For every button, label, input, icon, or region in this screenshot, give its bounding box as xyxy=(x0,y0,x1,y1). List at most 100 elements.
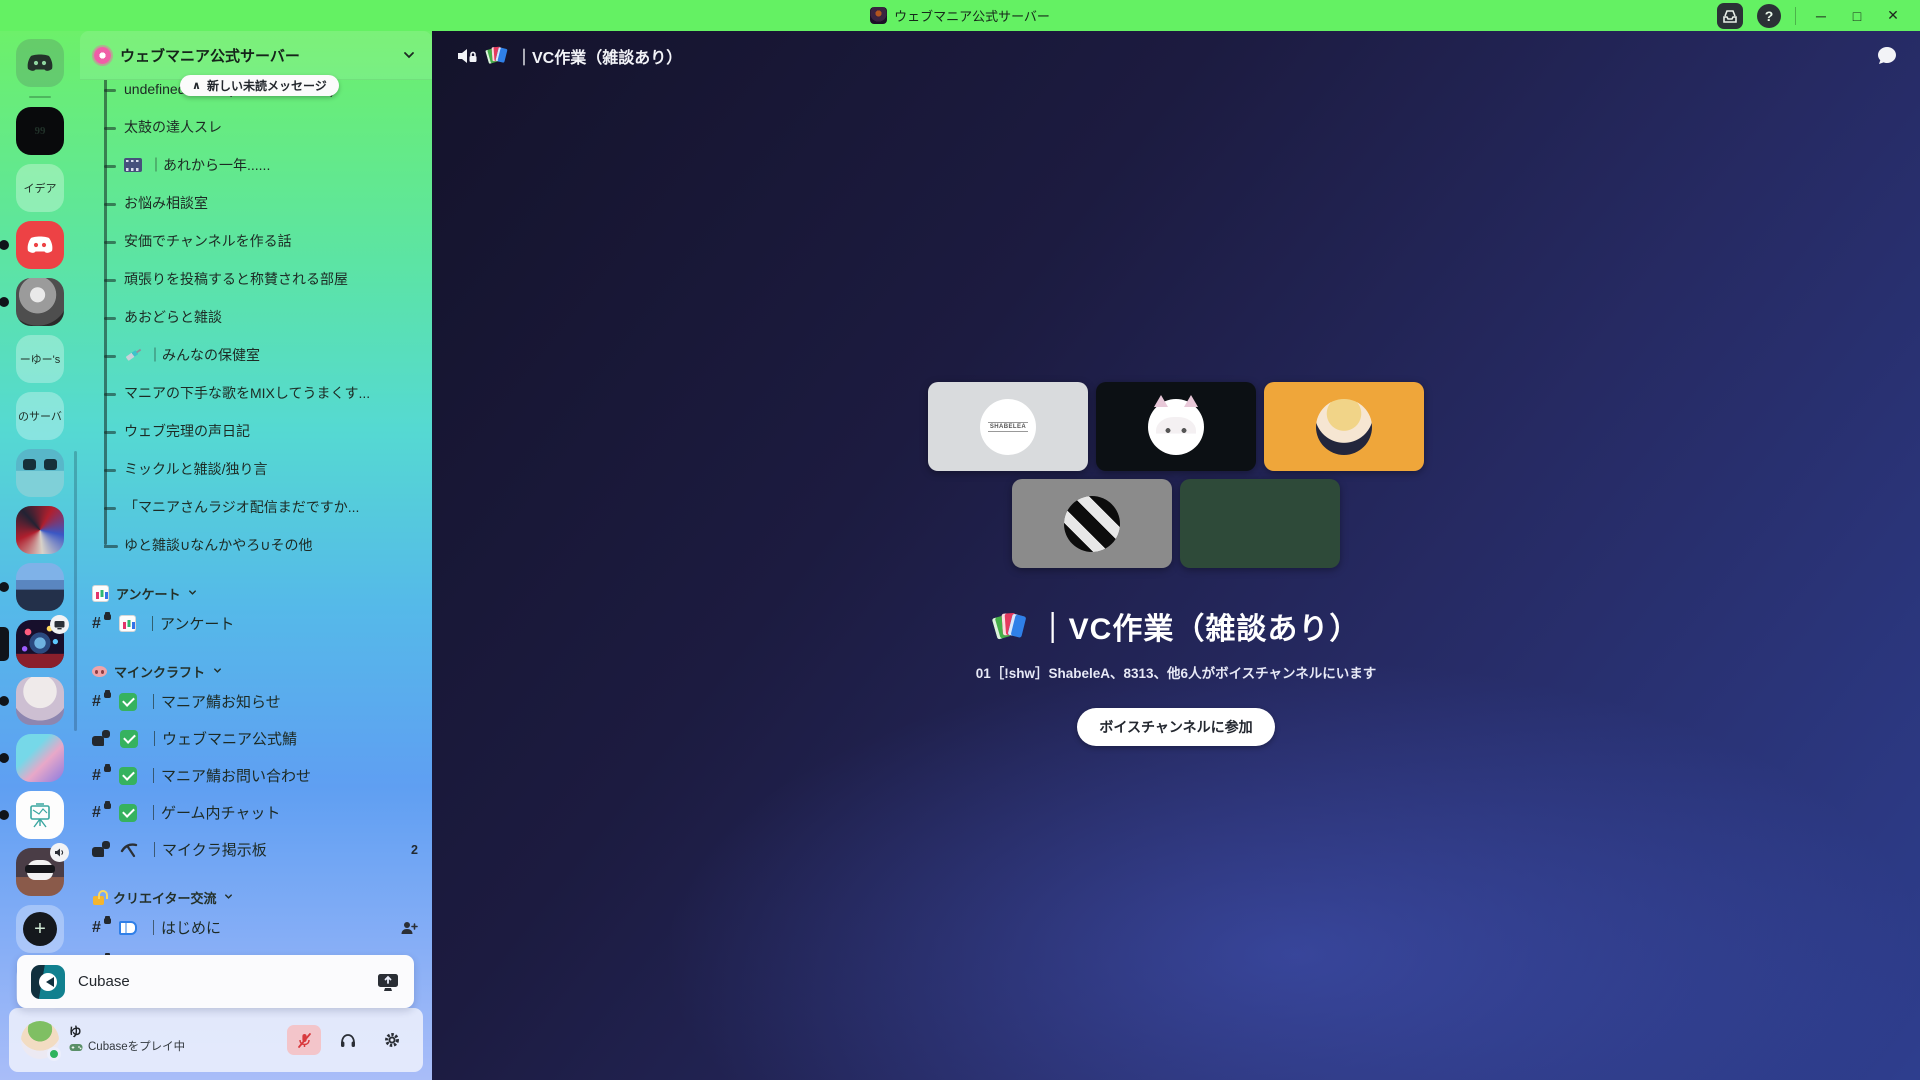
server-header[interactable]: ウェブマニア公式サーバー xyxy=(80,31,432,80)
participant-avatar: SHABELEA xyxy=(980,399,1036,455)
thread-item[interactable]: マニアの下手な歌をMIXしてうまくす... xyxy=(104,374,432,412)
hash-channel-lock-icon: # xyxy=(92,766,110,786)
channel-item[interactable]: ｜マイクラ掲示板2 xyxy=(92,831,432,868)
participant-tile-planet[interactable] xyxy=(1180,479,1340,568)
category-header[interactable]: クリエイター交流 xyxy=(92,888,432,907)
rail-item-discord-home[interactable] xyxy=(16,39,64,87)
thread-label: あおどらと雑談 xyxy=(124,307,222,327)
chevron-down-icon xyxy=(402,48,416,62)
thread-item[interactable]: 安価でチャンネルを作る話 xyxy=(104,222,432,260)
thread-item[interactable]: あおどらと雑談 xyxy=(104,298,432,336)
unread-indicator-dot xyxy=(0,753,9,763)
caret-up-icon: ∧ xyxy=(192,79,201,92)
rail-item-server-teal-face[interactable] xyxy=(16,449,64,497)
rail-item-server-suit[interactable] xyxy=(16,563,64,611)
rail-server-label: イデア xyxy=(24,180,57,196)
channel-item[interactable]: #｜ゲーム内チャット xyxy=(92,794,432,831)
rail-item-server-idea[interactable]: イデア xyxy=(16,164,64,212)
film-emoji-icon xyxy=(124,158,142,172)
rail-item-add-server[interactable]: + xyxy=(16,905,64,953)
participant-tile-anime-girl-orange[interactable] xyxy=(1264,382,1424,471)
thread-item[interactable]: 太鼓の達人スレ xyxy=(104,108,432,146)
participant-avatar xyxy=(1232,496,1288,552)
rail-item-server-anime-white[interactable] xyxy=(16,677,64,725)
rail-item-server-anime-blue[interactable] xyxy=(16,734,64,782)
rail-scrollbar[interactable] xyxy=(74,451,77,731)
thread-item[interactable]: 頑張りを投稿すると称賛される部屋 xyxy=(104,260,432,298)
unread-indicator-dot xyxy=(0,810,9,820)
books-emoji-icon-large xyxy=(994,611,1025,640)
participant-avatar xyxy=(1064,496,1120,552)
deafen-button[interactable] xyxy=(331,1025,365,1055)
close-button[interactable]: ✕ xyxy=(1882,7,1904,24)
channel-scroll-area[interactable]: undefinedの日記(のんびりな何か)太鼓の達人スレ｜あれから一年.....… xyxy=(80,80,432,1080)
channel-item[interactable]: #｜マニア鯖お問い合わせ xyxy=(92,757,432,794)
participant-tiles: SHABELEA xyxy=(928,382,1424,568)
channel-sidebar: ウェブマニア公式サーバー ∧ 新しい未読メッセージ undefinedの日記(の… xyxy=(80,31,432,1080)
help-icon[interactable]: ? xyxy=(1757,4,1781,28)
mic-muted-button[interactable] xyxy=(287,1025,321,1055)
thread-item[interactable]: ｜あれから一年...... xyxy=(104,146,432,184)
settings-gear-icon[interactable] xyxy=(375,1025,409,1055)
rail-item-server-red-discord[interactable] xyxy=(16,221,64,269)
chat-bubble-icon[interactable] xyxy=(1876,45,1898,67)
channel-label: ｜マニア鯖お知らせ xyxy=(146,691,418,712)
channel-label: ｜アンケート xyxy=(145,613,418,634)
activity-card: Cubase xyxy=(17,955,414,1008)
thread-item[interactable]: お悩み相談室 xyxy=(104,184,432,222)
unread-indicator-dot xyxy=(0,240,9,250)
avatar-logo-text: SHABELEA xyxy=(988,422,1028,432)
rail-divider xyxy=(29,96,51,98)
participant-avatar xyxy=(1148,399,1204,455)
participant-tile-striped-logo[interactable] xyxy=(1012,479,1172,568)
participant-tile-cat-girl[interactable] xyxy=(1096,382,1256,471)
channel-item[interactable]: #｜はじめに xyxy=(92,909,432,946)
thread-label: ミックルと雑談/独り言 xyxy=(124,459,267,479)
maximize-button[interactable]: □ xyxy=(1846,8,1868,24)
thread-item[interactable]: ウェブ完理の声日記 xyxy=(104,412,432,450)
check-emoji-icon xyxy=(119,804,137,822)
user-avatar[interactable] xyxy=(21,1021,59,1059)
stream-share-icon[interactable] xyxy=(376,971,400,993)
activity-app-name: Cubase xyxy=(78,973,363,990)
chart-emoji-icon xyxy=(119,615,136,632)
join-voice-button[interactable]: ボイスチャンネルに参加 xyxy=(1077,708,1274,746)
server-rail: 99 イデアーゆー's のサーバ + xyxy=(0,31,80,1080)
thread-item[interactable]: ゆと雑談∪なんかやろ∪その他 xyxy=(104,526,432,564)
rail-item-server-astronaut[interactable] xyxy=(16,278,64,326)
new-unread-pill[interactable]: ∧ 新しい未読メッセージ xyxy=(180,75,339,96)
user-info[interactable]: ゆ Cubaseをプレイ中 xyxy=(69,1025,277,1055)
rail-item-server-no-saba[interactable]: のサーバ xyxy=(16,392,64,440)
thread-item[interactable]: ｜みんなの保健室 xyxy=(104,336,432,374)
rail-server-label: のサーバ xyxy=(18,408,62,424)
channel-label: ｜ウェブマニア公式鯖 xyxy=(147,728,418,749)
minimize-button[interactable]: ─ xyxy=(1810,8,1832,24)
thread-item[interactable]: 「マニアさんラジオ配信まだですか... xyxy=(104,488,432,526)
category-header[interactable]: マインクラフト xyxy=(92,662,432,681)
invite-member-icon[interactable] xyxy=(400,919,418,937)
new-unread-label: 新しい未読メッセージ xyxy=(207,77,327,94)
rail-item-server-skull-glasses[interactable] xyxy=(16,848,64,896)
participant-tile-shabelea-logo[interactable]: SHABELEA xyxy=(928,382,1088,471)
hash-channel-lock-icon: # xyxy=(92,614,110,634)
check-emoji-icon xyxy=(119,767,137,785)
rail-item-server-webmania[interactable] xyxy=(16,620,64,668)
channel-item[interactable]: # ｜アンケート xyxy=(92,605,432,642)
boost-badge-icon xyxy=(94,47,111,64)
channel-item[interactable]: #｜マニア鯖お知らせ xyxy=(92,683,432,720)
rail-item-server-99[interactable]: 99 xyxy=(16,107,64,155)
category-header[interactable]: アンケート xyxy=(92,584,432,603)
thread-list: undefinedの日記(のんびりな何か)太鼓の達人スレ｜あれから一年.....… xyxy=(104,80,432,564)
rail-item-server-red-art[interactable] xyxy=(16,506,64,554)
user-activity-text: Cubaseをプレイ中 xyxy=(88,1040,185,1055)
check-emoji-icon xyxy=(120,730,138,748)
rail-item-server-yu[interactable]: ーゆー's xyxy=(16,335,64,383)
check-emoji-icon xyxy=(119,693,137,711)
window-title: ウェブマニア公式サーバー xyxy=(894,6,1050,25)
thread-label: ｜みんなの保健室 xyxy=(148,345,260,365)
thread-item[interactable]: ミックルと雑談/独り言 xyxy=(104,450,432,488)
inbox-icon[interactable] xyxy=(1717,3,1743,29)
channel-item[interactable]: ｜ウェブマニア公式鯖 xyxy=(92,720,432,757)
unread-indicator-dot xyxy=(0,297,9,307)
rail-item-server-easel[interactable] xyxy=(16,791,64,839)
